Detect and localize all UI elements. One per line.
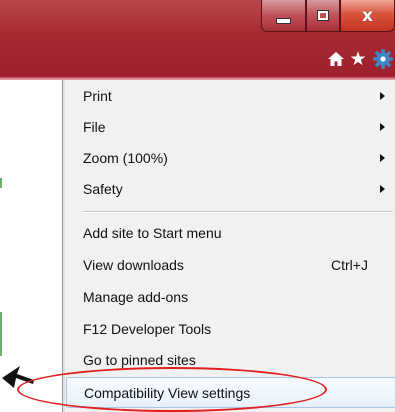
menu-item-label: Print (83, 88, 112, 104)
maximize-button[interactable] (306, 0, 340, 32)
menu-item-label: Zoom (100%) (83, 150, 168, 166)
home-icon[interactable] (325, 47, 347, 71)
toolbar-icons: ★ (325, 47, 395, 71)
menu-item-label: F12 Developer Tools (83, 321, 212, 337)
menu-item-shortcut: Ctrl+J (331, 257, 368, 273)
menu-item-view-downloads[interactable]: View downloads Ctrl+J (66, 250, 395, 281)
submenu-arrow-icon (380, 92, 385, 100)
menu-gutter (63, 80, 65, 412)
menu-item-label: Safety (83, 181, 123, 197)
page-edge-mark (0, 178, 2, 188)
gear-icon[interactable] (371, 47, 395, 71)
menu-separator (83, 211, 393, 213)
menu-item-label: Go to pinned sites (83, 352, 196, 368)
menu-item-f12-developer-tools[interactable]: F12 Developer Tools (66, 314, 395, 345)
menu-item-zoom[interactable]: Zoom (100%) (66, 143, 395, 174)
window-caption-buttons: x (261, 0, 395, 35)
close-icon: x (362, 5, 373, 26)
minimize-icon (276, 17, 291, 24)
menu-item-label: Manage add-ons (83, 289, 189, 305)
menu-item-add-site-to-start-menu[interactable]: Add site to Start menu (66, 218, 395, 249)
star-icon[interactable]: ★ (347, 47, 369, 71)
menu-item-label: File (83, 119, 106, 135)
menu-item-manage-add-ons[interactable]: Manage add-ons (66, 282, 395, 313)
menu-item-go-to-pinned-sites[interactable]: Go to pinned sites (66, 345, 395, 376)
annotation-arrow-icon (2, 366, 34, 388)
tools-menu: Print File Zoom (100%) Safety Add site t… (62, 80, 395, 412)
menu-item-compatibility-view-settings[interactable]: Compatibility View settings (66, 377, 395, 408)
menu-item-print[interactable]: Print (66, 81, 395, 112)
menu-item-label: Add site to Start menu (83, 225, 222, 241)
menu-item-label: Compatibility View settings (84, 385, 251, 401)
page-edge-mark (0, 312, 2, 356)
submenu-arrow-icon (380, 154, 385, 162)
maximize-icon (317, 10, 329, 21)
menu-item-label: View downloads (83, 257, 184, 273)
minimize-button[interactable] (261, 0, 306, 32)
close-button[interactable]: x (340, 0, 395, 32)
submenu-arrow-icon (380, 185, 385, 193)
menu-item-safety[interactable]: Safety (66, 174, 395, 205)
menu-item-file[interactable]: File (66, 112, 395, 143)
submenu-arrow-icon (380, 123, 385, 131)
